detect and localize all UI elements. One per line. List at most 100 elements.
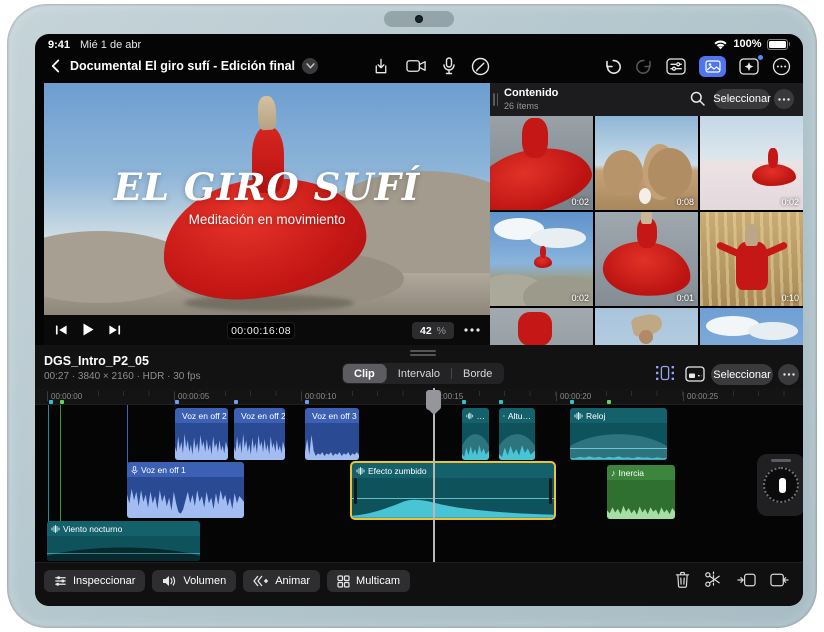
- undo-icon[interactable]: [604, 58, 622, 75]
- figure-shadow: [184, 295, 354, 311]
- play-button[interactable]: [81, 322, 95, 337]
- connect-clips-icon[interactable]: [655, 365, 675, 381]
- timeline-ruler[interactable]: 00:00:00 00:00:05 00:00:10 00:00:15 00:0…: [35, 388, 803, 405]
- media-thumbnail[interactable]: [490, 308, 593, 345]
- next-frame-button[interactable]: [108, 324, 121, 336]
- zoom-level-control[interactable]: 42 %: [412, 322, 454, 339]
- waveform-icon: [356, 467, 365, 475]
- button-label: Animar: [275, 575, 310, 587]
- timeline-more-button[interactable]: [778, 364, 799, 385]
- clip-duration: 0:01: [676, 293, 694, 303]
- timeline-clip-altura[interactable]: Altu…: [499, 408, 535, 460]
- clip-title: Altu…: [508, 411, 531, 421]
- waveform-icon: [51, 525, 60, 533]
- media-browser-button[interactable]: [699, 56, 726, 77]
- previous-frame-button[interactable]: [55, 324, 68, 336]
- media-thumbnail[interactable]: [700, 308, 803, 345]
- overlay-clip-icon[interactable]: [685, 366, 705, 382]
- grid-icon: [337, 575, 350, 588]
- clip-marker-dot: [607, 400, 611, 404]
- clip-title: Voz en off 2: [241, 411, 285, 421]
- clip-duration: 0:02: [571, 197, 589, 207]
- animate-button[interactable]: Animar: [243, 570, 320, 592]
- title-chevron-down-icon[interactable]: [302, 58, 318, 74]
- jog-pointer: [779, 478, 786, 493]
- browser-more-button[interactable]: [774, 89, 794, 109]
- timeline-clip-voz-en-off-2[interactable]: Voz en off 2: [175, 408, 228, 460]
- timeline-select-button[interactable]: Seleccionar: [711, 364, 773, 385]
- inspect-button[interactable]: Inspeccionar: [44, 570, 145, 592]
- export-icon[interactable]: [372, 57, 390, 76]
- keyframe-icon: [253, 575, 269, 587]
- volume-button[interactable]: Volumen: [152, 570, 236, 592]
- camera-icon[interactable]: [406, 58, 427, 74]
- back-button[interactable]: [48, 57, 62, 75]
- timeline-clip-voz-en-off-2b[interactable]: Voz en off 2: [234, 408, 285, 460]
- delete-icon[interactable]: [675, 571, 690, 588]
- video-title-text: EL GIRO SUFÍ: [44, 165, 490, 209]
- timeline-clip-inercia[interactable]: ♪Inercia: [607, 465, 675, 519]
- clip-title: Efecto zumbido: [368, 466, 427, 476]
- media-thumbnail[interactable]: 0:02: [490, 116, 593, 210]
- timeline-clip-voz-en-off-3[interactable]: Voz en off 3: [305, 408, 359, 460]
- tab-clip[interactable]: Clip: [343, 364, 386, 383]
- clip-marker-dot: [234, 400, 238, 404]
- status-time: 9:41: [48, 39, 70, 51]
- titles-effects-button[interactable]: [739, 58, 759, 75]
- status-right: 100%: [713, 38, 790, 50]
- clip-duration: 0:02: [571, 293, 589, 303]
- redo-icon[interactable]: [635, 58, 653, 75]
- browser-item-count: 26 ítems: [504, 101, 539, 111]
- timeline-clip-efecto-zumbido-selected[interactable]: Efecto zumbido: [350, 461, 556, 520]
- split-clip-icon[interactable]: [704, 571, 723, 588]
- media-thumbnail[interactable]: 0:02: [700, 116, 803, 210]
- timeline-drag-handle[interactable]: [410, 350, 436, 357]
- clip-connection-line: [60, 405, 61, 523]
- music-note-icon: ♪: [611, 469, 616, 477]
- media-thumbnail-grid: 0:02 0:08 0:02: [490, 116, 803, 345]
- timeline-clip-meta: 00:27 · 3840 × 2160 · HDR · 30 fps: [44, 371, 200, 382]
- inspector-panel-icon[interactable]: [666, 58, 686, 75]
- clip-marker-dot: [305, 400, 309, 404]
- more-options-icon[interactable]: [772, 57, 791, 76]
- timeline-clip-voz-en-off-1[interactable]: Voz en off 1: [127, 462, 244, 518]
- insert-clip-icon[interactable]: [737, 572, 756, 588]
- jog-drag-bar[interactable]: [771, 459, 791, 462]
- clip-title: Inercia: [619, 468, 645, 478]
- browser-header: Contenido 26 ítems Seleccionar: [490, 83, 803, 116]
- jog-wheel-panel[interactable]: [757, 454, 803, 516]
- clip-title: …: [477, 411, 486, 421]
- media-thumbnail[interactable]: 0:02: [490, 212, 593, 306]
- tab-intervalo[interactable]: Intervalo: [387, 364, 451, 383]
- media-thumbnail[interactable]: 0:10: [700, 212, 803, 306]
- project-title-menu[interactable]: Documental El giro sufí - Edición final: [70, 56, 318, 75]
- microphone-icon[interactable]: [443, 57, 455, 75]
- playhead-handle[interactable]: [426, 390, 441, 410]
- battery-icon: [767, 39, 788, 50]
- browser-select-button[interactable]: Seleccionar: [714, 89, 770, 109]
- clip-title: Voz en off 1: [141, 465, 186, 475]
- timeline-clip-reloj[interactable]: Reloj: [570, 408, 667, 460]
- viewer-more-icon[interactable]: [464, 328, 480, 332]
- clip-connection-line: [48, 405, 49, 523]
- trim-handle-right[interactable]: [549, 478, 552, 504]
- media-thumbnail[interactable]: 0:01: [595, 212, 698, 306]
- notification-dot: [758, 55, 763, 60]
- media-thumbnail[interactable]: [595, 308, 698, 345]
- media-thumbnail[interactable]: 0:08: [595, 116, 698, 210]
- pencil-tool-icon[interactable]: [471, 57, 490, 76]
- timeline-clip-viento-nocturno[interactable]: Viento nocturno: [47, 521, 200, 561]
- content-browser: Contenido 26 ítems Seleccionar 0:02: [490, 83, 803, 345]
- clip-title: Voz en off 2: [182, 411, 227, 421]
- tab-borde[interactable]: Borde: [452, 364, 503, 383]
- multicam-button[interactable]: Multicam: [327, 570, 410, 592]
- search-icon[interactable]: [690, 91, 705, 106]
- panel-resize-handle[interactable]: [493, 93, 498, 106]
- edit-mode-segmented-control: Clip Intervalo Borde: [342, 363, 504, 384]
- camera-lens-icon: [415, 15, 423, 23]
- timeline-clip-sfx-short[interactable]: …: [462, 408, 489, 460]
- overwrite-clip-icon[interactable]: [770, 572, 789, 588]
- project-title: Documental El giro sufí - Edición final: [70, 59, 295, 73]
- trim-handle-left[interactable]: [354, 478, 357, 504]
- jog-dial[interactable]: [763, 467, 799, 503]
